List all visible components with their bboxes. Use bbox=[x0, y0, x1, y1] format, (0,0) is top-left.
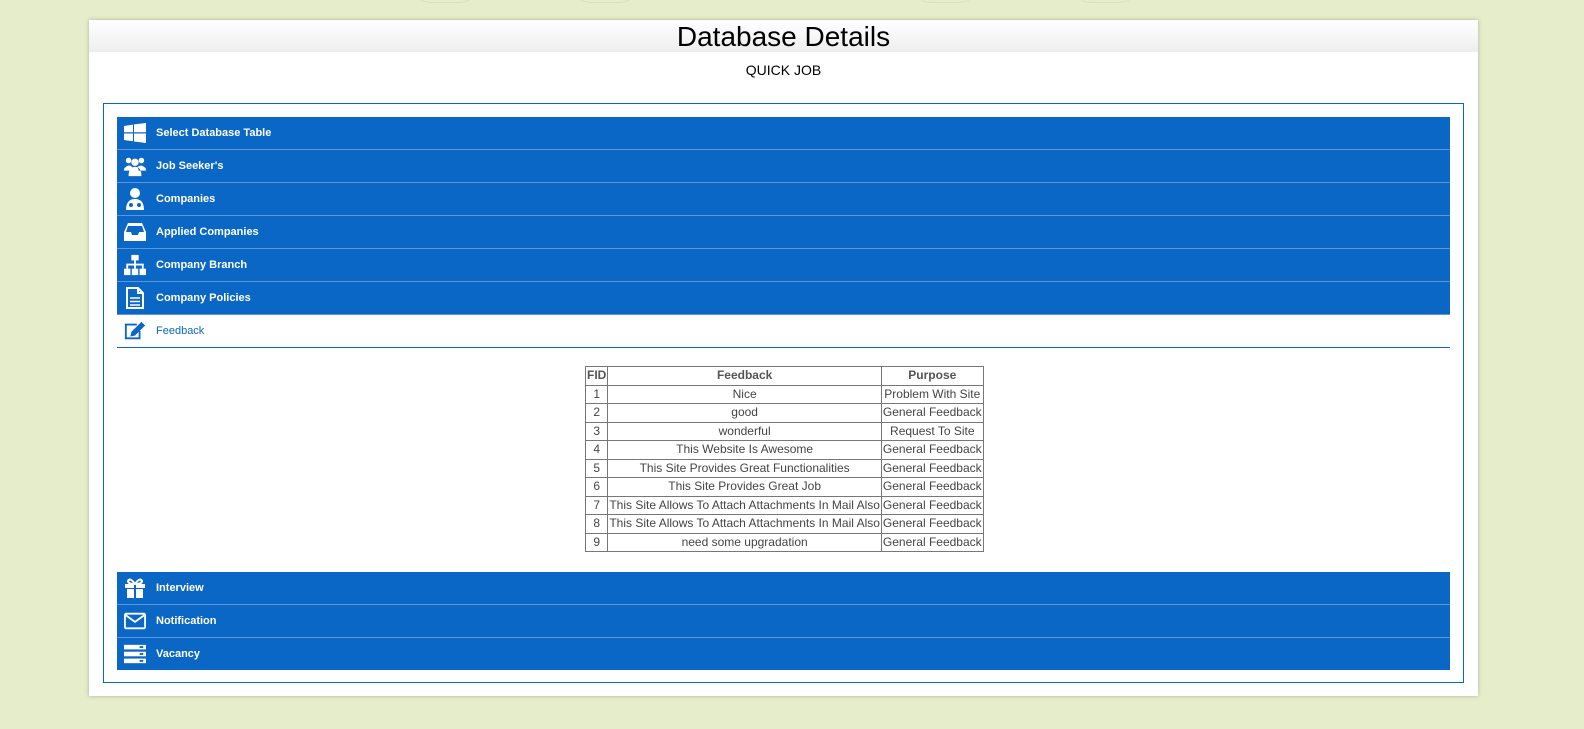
cell-fid: 8 bbox=[584, 514, 609, 534]
accordion-item-label: Interview bbox=[156, 582, 204, 594]
table-row: 1 Nice Problem With Site bbox=[584, 384, 984, 404]
cell-purpose: General Feedback bbox=[880, 514, 984, 534]
page-title: Database Details bbox=[89, 20, 1478, 52]
accordion-item-interview[interactable]: Interview bbox=[117, 572, 1450, 605]
accordion-item-applied-companies[interactable]: Applied Companies bbox=[117, 216, 1450, 249]
accordion-item-label: Applied Companies bbox=[156, 226, 259, 238]
cell-feedback: This Website Is Awesome bbox=[607, 440, 882, 460]
cell-feedback: This Site Provides Great Job bbox=[607, 477, 882, 497]
accordion-item-label: Feedback bbox=[156, 325, 205, 337]
accordion-item-company-policies[interactable]: Company Policies bbox=[117, 282, 1450, 315]
cell-feedback: This Site Provides Great Functionalities bbox=[607, 458, 882, 478]
page-subtitle: QUICK JOB bbox=[745, 62, 822, 78]
cell-purpose: General Feedback bbox=[880, 532, 984, 552]
envelope-icon bbox=[124, 610, 146, 632]
cell-feedback: good bbox=[607, 403, 882, 423]
accordion-item-label: Vacancy bbox=[156, 648, 201, 660]
accordion-item-companies[interactable]: Companies bbox=[117, 183, 1450, 216]
users-group-icon bbox=[124, 155, 146, 177]
accordion-item-label: Notification bbox=[156, 615, 217, 627]
cell-purpose: General Feedback bbox=[880, 458, 984, 478]
cell-fid: 5 bbox=[584, 458, 609, 478]
accordion-item-job-seekers[interactable]: Job Seeker's bbox=[117, 150, 1450, 183]
cell-fid: 1 bbox=[584, 384, 609, 404]
cell-purpose: Request To Site bbox=[880, 421, 984, 441]
cell-fid: 2 bbox=[584, 403, 609, 423]
document-icon bbox=[124, 287, 146, 309]
table-row: 4 This Website Is Awesome General Feedback bbox=[584, 440, 984, 460]
accordion-frame: Select Database Table Job Seeker's Compa… bbox=[103, 103, 1464, 683]
background-decoration bbox=[910, 0, 980, 3]
table-header-row: FID Feedback Purpose bbox=[584, 366, 984, 386]
accordion-item-feedback[interactable]: Feedback bbox=[117, 315, 1450, 348]
table-row: 9 need some upgradation General Feedback bbox=[584, 532, 984, 552]
feedback-table: FID Feedback Purpose 1 Nice Problem With S… bbox=[584, 366, 984, 552]
column-header-feedback: Feedback bbox=[607, 366, 882, 386]
cell-feedback: wonderful bbox=[607, 421, 882, 441]
cell-fid: 7 bbox=[584, 495, 609, 515]
cell-feedback: This Site Allows To Attach Attachments I… bbox=[607, 495, 882, 515]
inbox-tray-icon bbox=[124, 221, 146, 243]
gift-icon bbox=[124, 577, 146, 599]
accordion-item-label: Company Policies bbox=[156, 292, 251, 304]
background-decoration bbox=[410, 0, 480, 3]
accordion-item-notification[interactable]: Notification bbox=[117, 605, 1450, 638]
cell-fid: 9 bbox=[584, 532, 609, 552]
cell-purpose: General Feedback bbox=[880, 403, 984, 423]
cell-purpose: General Feedback bbox=[880, 477, 984, 497]
background-decoration bbox=[570, 0, 640, 3]
table-row: 5 This Site Provides Great Functionalitie… bbox=[584, 458, 984, 478]
windows-icon bbox=[124, 122, 146, 144]
feedback-panel: FID Feedback Purpose 1 Nice Problem With S… bbox=[117, 348, 1450, 572]
accordion-item-label: Companies bbox=[156, 193, 216, 205]
table-row: 3 wonderful Request To Site bbox=[584, 421, 984, 441]
background-decoration bbox=[1070, 0, 1140, 3]
accordion-item-company-branch[interactable]: Company Branch bbox=[117, 249, 1450, 282]
accordion-item-label: Select Database Table bbox=[156, 127, 272, 139]
main-panel: Database Details QUICK JOB Select Databa… bbox=[89, 20, 1478, 696]
server-icon bbox=[124, 643, 146, 665]
accordion-item-label: Job Seeker's bbox=[156, 160, 224, 172]
cell-purpose: Problem With Site bbox=[880, 384, 984, 404]
cell-fid: 4 bbox=[584, 440, 609, 460]
table-row: 2 good General Feedback bbox=[584, 403, 984, 423]
table-row: 8 This Site Allows To Attach Attachments … bbox=[584, 514, 984, 534]
cell-feedback: Nice bbox=[607, 384, 882, 404]
cell-fid: 3 bbox=[584, 421, 609, 441]
table-row: 7 This Site Allows To Attach Attachments … bbox=[584, 495, 984, 515]
cell-feedback: need some upgradation bbox=[607, 532, 882, 552]
cell-purpose: General Feedback bbox=[880, 495, 984, 515]
accordion-item-label: Company Branch bbox=[156, 259, 248, 271]
edit-pencil-icon bbox=[124, 320, 146, 342]
accordion-item-vacancy[interactable]: Vacancy bbox=[117, 638, 1450, 670]
accordion-item-select-database-table[interactable]: Select Database Table bbox=[117, 117, 1450, 150]
column-header-fid: FID bbox=[584, 366, 609, 386]
sitemap-icon bbox=[124, 254, 146, 276]
column-header-purpose: Purpose bbox=[880, 366, 984, 386]
cell-purpose: General Feedback bbox=[880, 440, 984, 460]
cell-fid: 6 bbox=[584, 477, 609, 497]
accordion: Select Database Table Job Seeker's Compa… bbox=[117, 117, 1450, 670]
feedback-table-body: 1 Nice Problem With Site 2 good General Feedb… bbox=[584, 384, 984, 552]
user-person-icon bbox=[124, 188, 146, 210]
cell-feedback: This Site Allows To Attach Attachments I… bbox=[607, 514, 882, 534]
table-row: 6 This Site Provides Great Job General Fee… bbox=[584, 477, 984, 497]
